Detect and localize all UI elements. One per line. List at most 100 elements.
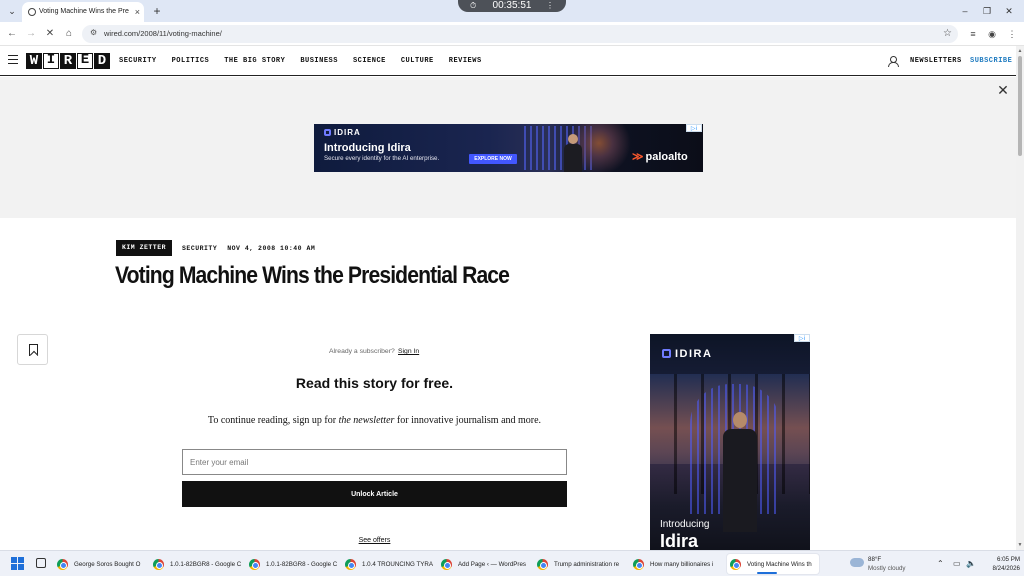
adchoices-icon[interactable]: ▷ⅰ [794,334,810,342]
logo-letter: W [26,53,42,69]
nav-link-reviews[interactable]: REVIEWS [449,46,482,76]
article-headline: Voting Machine Wins the Presidential Rac… [115,262,510,289]
weather-condition: Mostly cloudy [868,565,906,572]
browser-menu-icon[interactable]: ⋮ [1004,26,1020,42]
chrome-icon [730,558,741,570]
email-input[interactable] [182,449,567,475]
category-link[interactable]: SECURITY [182,245,217,252]
paywall-body-post: for innovative journalism and more. [394,415,542,426]
taskbar-app-label: George Soros Bought O [74,560,141,568]
timer-value: 00:35:51 [492,0,532,11]
side-ad-intro: Introducing [660,519,710,530]
clock-date: 8/24/2026 [992,565,1020,572]
new-tab-button[interactable]: + [150,2,164,20]
tab-close-icon[interactable]: × [135,2,140,22]
windows-start-icon[interactable] [11,557,24,570]
chrome-icon [153,558,164,570]
author-badge[interactable]: KIM ZETTER [116,240,173,256]
stop-loading-icon[interactable]: ✕ [43,27,57,41]
scroll-up-arrow-icon[interactable]: ▲ [1016,47,1024,55]
nav-link-culture[interactable]: CULTURE [401,46,434,76]
restore-button[interactable]: ❐ [979,3,995,19]
taskbar-app[interactable]: 1.0.4 TROUNCING TYRA [345,554,433,574]
see-offers-link[interactable]: See offers [182,537,567,544]
taskbar-app[interactable]: Trump administration re [537,554,625,574]
idira-mark-icon [662,349,671,358]
home-icon[interactable]: ⌂ [62,27,76,41]
subscribe-link[interactable]: SUBSCRIBE [970,46,1012,76]
chrome-icon [537,558,548,570]
ad-person-image [562,134,584,172]
ad-close-button[interactable]: ✕ [996,83,1010,97]
tab-search-icon[interactable]: ≡ [965,26,981,42]
nav-link-security[interactable]: SECURITY [119,46,157,76]
task-view-icon[interactable] [36,558,46,568]
bookmark-icon [29,344,38,356]
timer-menu-icon[interactable]: ⋮ [546,0,554,12]
nav-link-business[interactable]: BUSINESS [300,46,338,76]
side-ad[interactable]: IDIRA Introducing Idira [650,334,810,550]
system-clock[interactable]: 6:05 PM 8/24/2026 [978,555,1020,573]
publish-date: NOV 4, 2008 10:40 AM [227,244,316,252]
stopwatch-icon: ⏱ [470,1,477,10]
sign-in-link[interactable]: Sign In [398,348,419,355]
tab-search-chevron-icon[interactable]: ⌄ [4,3,20,19]
taskbar-app[interactable]: How many billionaires i [633,554,721,574]
browser-tab-strip: ⌄ Voting Machine Wins the Presidential R… [0,0,1024,22]
banner-ad[interactable]: IDIRA Introducing Idira Secure every ide… [314,124,703,172]
paywall-body-pre: To continue reading, sign up for [207,415,339,426]
taskbar-app[interactable]: Add Page ‹ — WordPres [441,554,529,574]
nav-link-science[interactable]: SCIENCE [353,46,386,76]
logo-letter: R [60,53,76,69]
taskbar-app-label: 1.0.1-82BGR8 - Google C [266,560,338,568]
scrollbar-thumb[interactable] [1018,56,1022,156]
side-ad-brand-name: IDIRA [675,348,713,360]
idira-mark-icon [324,129,331,136]
volume-icon[interactable]: 🔈 [966,557,976,571]
cloud-sun-icon [850,558,864,567]
taskbar-app[interactable]: George Soros Bought O [57,554,147,574]
bookmark-star-icon[interactable]: ☆ [943,25,952,43]
save-article-button[interactable] [17,334,48,365]
side-ad-brand-logo: IDIRA [662,348,712,360]
url-text[interactable]: wired.com/2008/11/voting-machine/ [104,25,222,43]
clock-time: 6:05 PM [996,556,1020,563]
address-bar[interactable]: ⚙ wired.com/2008/11/voting-machine/ ☆ [82,25,958,43]
window-close-button[interactable]: ✕ [1001,3,1017,19]
nav-link-politics[interactable]: POLITICS [172,46,210,76]
taskbar-app-active[interactable]: Voting Machine Wins th [727,554,819,574]
profile-avatar-icon[interactable]: ◉ [984,26,1000,42]
ad-cta-button[interactable]: EXPLORE NOW [469,154,517,164]
unlock-article-button[interactable]: Unlock Article [182,481,567,507]
wired-logo[interactable]: W I R E D [26,53,110,69]
nav-link-big-story[interactable]: THE BIG STORY [224,46,285,76]
tray-chevron-icon[interactable]: ⌃ [937,557,944,571]
adchoices-icon[interactable]: ▷ⅰ [686,124,702,132]
taskbar-app[interactable]: 1.0.1-82BGR8 - Google C [249,554,339,574]
site-info-icon[interactable]: ⚙ [90,28,97,37]
hamburger-menu-icon[interactable] [8,55,18,64]
taskbar-app-label: Trump administration re [554,560,620,568]
side-ad-headline: Idira [660,531,699,550]
paywall-body-emphasis: the newsletter [338,415,395,426]
forward-arrow-icon[interactable]: → [24,27,38,41]
taskbar-app[interactable]: 1.0.1-82BGR8 - Google C [153,554,243,574]
partner-name: paloalto [645,151,688,163]
minimize-button[interactable]: – [957,3,973,19]
newsletters-link[interactable]: NEWSLETTERS [910,46,962,76]
tab-title: Voting Machine Wins the Presidential R [39,8,129,15]
recording-timer: ⏱ 00:35:51 ⋮ [458,0,566,12]
article-byline: KIM ZETTER SECURITY NOV 4, 2008 10:40 AM [116,240,315,256]
scroll-down-arrow-icon[interactable]: ▼ [1016,541,1024,549]
ad-subline: Secure every identity for the AI enterpr… [324,155,440,162]
account-icon[interactable] [888,56,899,67]
weather-temperature: 88°F [868,556,882,563]
tab-favicon-icon [28,8,36,16]
taskbar-app-label: 1.0.4 TROUNCING TYRA [362,560,433,568]
logo-letter: D [94,53,110,69]
paywall-body: To continue reading, sign up for the new… [182,415,567,426]
network-icon[interactable]: ▭ [953,557,961,571]
active-tab[interactable]: Voting Machine Wins the Presidential R × [22,2,144,22]
weather-widget[interactable]: 88°F Mostly cloudy [850,555,920,575]
back-arrow-icon[interactable]: ← [5,27,19,41]
